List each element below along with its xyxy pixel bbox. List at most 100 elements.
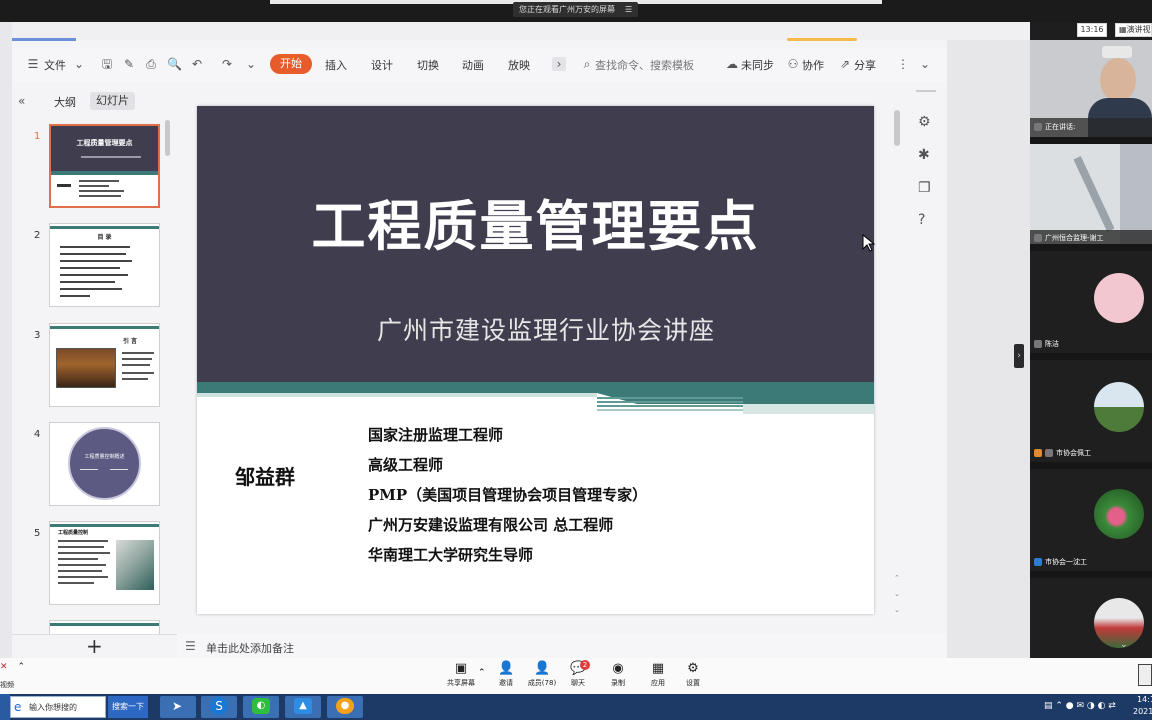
notes-placeholder[interactable]: 单击此处添加备注 bbox=[206, 640, 294, 656]
tab-design[interactable]: 设计 bbox=[371, 57, 393, 73]
thumb-line bbox=[60, 274, 128, 276]
slide-thumbnail-3[interactable]: 引 言 bbox=[49, 323, 160, 407]
collapse-up-icon[interactable] bbox=[1102, 46, 1132, 58]
tab-outline[interactable]: 大纲 bbox=[54, 94, 76, 110]
more-icon[interactable]: ⋮ bbox=[896, 57, 910, 71]
search-icon[interactable]: ⌕ bbox=[580, 57, 594, 71]
chevron-up-icon[interactable]: ⌃ bbox=[478, 668, 486, 678]
slide-canvas[interactable]: 工程质量管理要点 广州市建设监理行业协会讲座 邹益群 国家注册监理工程师 高级工… bbox=[197, 106, 874, 614]
chevron-up-icon[interactable]: ⌃ bbox=[18, 662, 26, 672]
menu-icon[interactable]: ☰ bbox=[625, 5, 632, 14]
search-button[interactable]: 搜索一下 bbox=[108, 696, 148, 718]
taskbar-app[interactable]: ▲ bbox=[285, 696, 321, 718]
cursor-app-icon: ➤ bbox=[172, 699, 183, 713]
avatar bbox=[1094, 489, 1144, 539]
collaborate-button[interactable]: 协作 bbox=[802, 57, 824, 73]
command-search-input[interactable]: 查找命令、搜索模板 bbox=[595, 57, 694, 73]
participant-name: 广州恒合监理-谢工 bbox=[1045, 234, 1104, 242]
settings-button[interactable]: ⚙ 设置 bbox=[673, 662, 713, 688]
participant-tile[interactable]: 陈洁 bbox=[1030, 251, 1152, 353]
taskbar-app[interactable]: ◐ bbox=[243, 696, 279, 718]
hamburger-icon[interactable]: ☰ bbox=[26, 57, 40, 71]
customize-icon[interactable]: ⌄ bbox=[244, 57, 258, 71]
slide-thumbnail-5[interactable]: 工程质量控制 bbox=[49, 521, 160, 605]
taskbar-app[interactable]: ➤ bbox=[160, 696, 196, 718]
share-banner[interactable]: 您正在观看广州万安的屏幕 ☰ bbox=[513, 2, 639, 17]
chevron-down-icon[interactable]: ⌄ bbox=[894, 606, 900, 614]
thumb-band bbox=[50, 326, 159, 329]
share-icon[interactable]: ⇗ bbox=[838, 57, 852, 71]
invite-button[interactable]: 👤 邀请 bbox=[486, 662, 526, 688]
slide-thumbnail-4[interactable]: 工程质量控制概述 bbox=[49, 422, 160, 506]
properties-icon[interactable]: ⚙ bbox=[918, 114, 931, 130]
participant-tile[interactable]: 市协会一沈工 bbox=[1030, 469, 1152, 571]
collaborate-icon[interactable]: ⚇ bbox=[786, 57, 800, 71]
share-screen-button[interactable]: ▣ 共享屏幕 bbox=[441, 662, 481, 688]
chevron-up-icon[interactable]: ⌃ bbox=[894, 574, 900, 582]
cloud-sync-icon[interactable]: ☁ bbox=[725, 57, 739, 71]
format-painter-icon[interactable]: ✎ bbox=[122, 57, 136, 71]
search-input[interactable]: 输入你想搜的 bbox=[29, 702, 77, 713]
slide-scrollbar[interactable]: ⌃ ⌄ ⌄ bbox=[892, 106, 902, 616]
tab-highlight[interactable] bbox=[787, 38, 857, 41]
speaker-view-button[interactable]: ▦演讲视 bbox=[1115, 23, 1152, 37]
grid-icon: ▦ bbox=[1119, 25, 1127, 34]
print-icon[interactable]: ⎙ bbox=[144, 57, 158, 71]
participant-video[interactable]: 正在讲话: bbox=[1030, 40, 1152, 137]
share-button[interactable]: 分享 bbox=[854, 57, 876, 73]
collapse-ribbon-icon[interactable]: ⌄ bbox=[918, 57, 932, 71]
window-edge-icon[interactable] bbox=[1138, 664, 1152, 686]
notes-bar[interactable]: ☰ 单击此处添加备注 bbox=[177, 634, 947, 658]
chevron-down-icon[interactable]: ⌄ bbox=[1120, 640, 1128, 650]
participant-tile[interactable]: 市协会佩工 bbox=[1030, 360, 1152, 462]
tab-start[interactable]: 开始 bbox=[270, 54, 312, 74]
slide-thumbnail-6[interactable] bbox=[49, 620, 160, 634]
participant-video[interactable]: 广州恒合监理-谢工 bbox=[1030, 144, 1152, 244]
thumb-line bbox=[58, 540, 108, 542]
search-box[interactable]: e 输入你想搜的 bbox=[10, 696, 106, 718]
thumb-line bbox=[60, 267, 120, 269]
chevron-down-icon[interactable]: ⌄ bbox=[72, 57, 86, 71]
unsynced-status[interactable]: 未同步 bbox=[741, 57, 774, 73]
slide-thumbnail-1[interactable]: 工程质量管理要点 bbox=[49, 124, 160, 208]
tab-slideshow[interactable]: 放映 bbox=[508, 57, 530, 73]
start-edge[interactable] bbox=[0, 694, 10, 720]
undo-icon[interactable]: ↶ bbox=[190, 57, 204, 71]
participant-tile[interactable]: ⌄ bbox=[1030, 578, 1152, 658]
copy-icon[interactable]: ❐ bbox=[918, 180, 931, 196]
tray-icons[interactable]: ▤ ⌃ ● ✉ ◑ ◐ ⇄ bbox=[1044, 701, 1116, 711]
tab-slides[interactable]: 幻灯片 bbox=[90, 92, 135, 110]
record-button[interactable]: ◉ 录制 bbox=[598, 662, 638, 688]
thumb-line bbox=[60, 288, 122, 290]
apps-button[interactable]: ▦ 应用 bbox=[638, 662, 678, 688]
chevron-down-icon[interactable]: ⌄ bbox=[894, 590, 900, 598]
pin-icon[interactable]: ✱ bbox=[918, 147, 930, 163]
redo-icon[interactable]: ↷ bbox=[220, 57, 234, 71]
mic-icon bbox=[1045, 449, 1053, 457]
taskbar-app[interactable]: S bbox=[201, 696, 237, 718]
file-menu[interactable]: 文件 bbox=[44, 57, 66, 73]
slide-number: 1 bbox=[34, 131, 41, 142]
clock-time[interactable]: 14:1 bbox=[1137, 695, 1152, 704]
clock-date[interactable]: 2021 bbox=[1133, 707, 1152, 716]
chevron-right-icon[interactable]: › bbox=[552, 57, 566, 71]
add-slide-button[interactable]: + bbox=[86, 634, 103, 658]
tab-animation[interactable]: 动画 bbox=[462, 57, 484, 73]
tab-transitions[interactable]: 切换 bbox=[417, 57, 439, 73]
expand-panel-icon[interactable]: › bbox=[1014, 344, 1024, 368]
sidebar-scrollbar[interactable] bbox=[165, 120, 170, 156]
chat-button[interactable]: 💬 聊天 bbox=[558, 662, 598, 688]
print-preview-icon[interactable]: 🔍 bbox=[167, 57, 182, 71]
save-icon[interactable]: 🖫 bbox=[100, 57, 114, 71]
slide-thumbnail-2[interactable]: 目 录 bbox=[49, 223, 160, 307]
scroll-thumb[interactable] bbox=[894, 110, 900, 146]
thumb-line bbox=[58, 564, 106, 566]
active-tab-indicator[interactable] bbox=[12, 38, 76, 41]
help-icon[interactable]: ? bbox=[918, 212, 925, 228]
thumb-line bbox=[58, 576, 108, 578]
collapse-panel-icon[interactable]: « bbox=[18, 94, 25, 108]
taskbar-app[interactable]: ● bbox=[327, 696, 363, 718]
members-button[interactable]: 👤 成员(78) bbox=[522, 662, 562, 688]
video-toggle[interactable]: ✕ ⌃ bbox=[0, 662, 25, 672]
tab-insert[interactable]: 插入 bbox=[325, 57, 347, 73]
